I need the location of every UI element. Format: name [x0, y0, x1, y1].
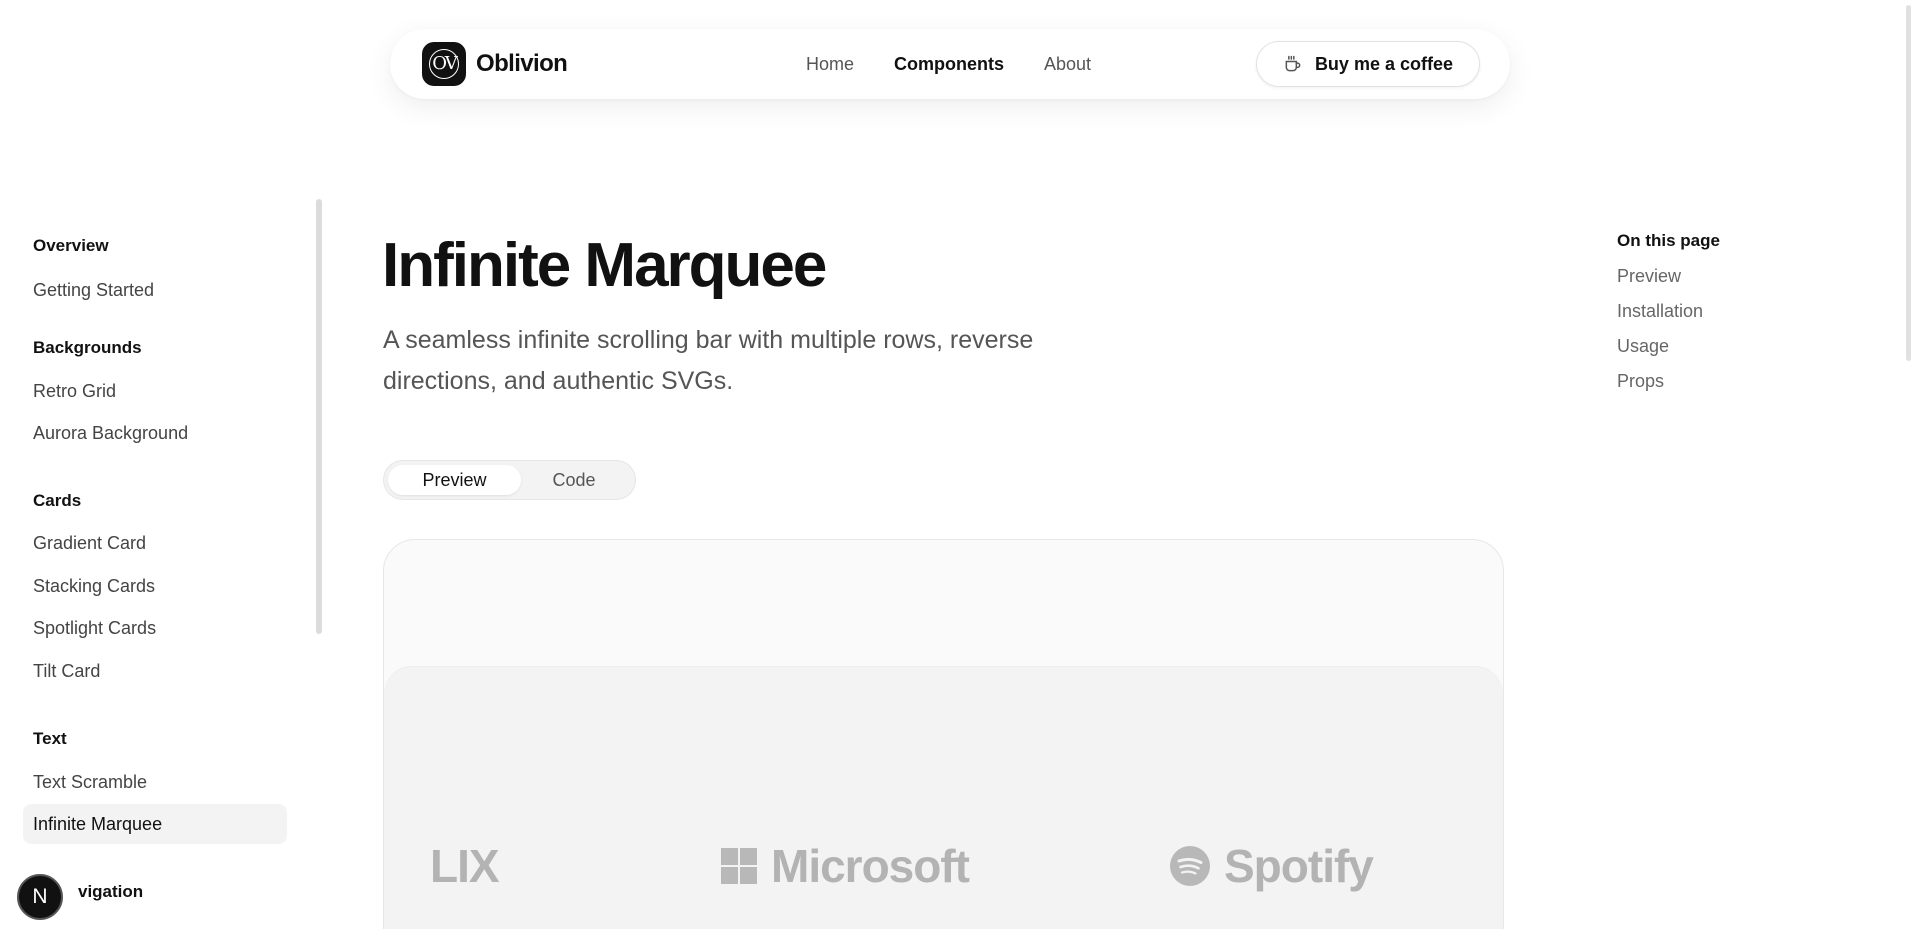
brand-name: Oblivion — [476, 50, 568, 77]
nav-components[interactable]: Components — [894, 54, 1004, 75]
coffee-cup-icon — [1285, 55, 1301, 72]
sidebar-group-cards: Cards — [33, 491, 82, 510]
marquee-logo-spotify: Spotify — [1170, 839, 1374, 893]
sidebar-item-aurora-background[interactable]: Aurora Background — [33, 423, 188, 444]
sidebar-item-stacking-cards[interactable]: Stacking Cards — [33, 576, 155, 597]
sidebar-scrollbar[interactable] — [316, 199, 322, 634]
marquee-logo-microsoft-text: Microsoft — [771, 840, 970, 892]
brand-logo: OV — [422, 42, 466, 86]
tab-code[interactable]: Code — [521, 465, 627, 495]
sidebar-group-backgrounds: Backgrounds — [33, 338, 142, 357]
toc-item-preview[interactable]: Preview — [1617, 266, 1681, 287]
buy-coffee-label: Buy me a coffee — [1314, 53, 1453, 74]
sidebar-group-navigation: vigation — [78, 882, 144, 901]
microsoft-logo-icon — [721, 848, 757, 884]
nextjs-dev-badge[interactable]: N — [17, 874, 63, 920]
toc-item-usage[interactable]: Usage — [1617, 336, 1669, 357]
marquee-logo-spotify-text: Spotify — [1224, 840, 1374, 892]
sidebar-item-infinite-marquee[interactable]: Infinite Marquee — [23, 804, 287, 844]
sidebar-item-getting-started[interactable]: Getting Started — [33, 280, 154, 301]
nextjs-badge-label: N — [32, 885, 48, 908]
main-nav: Home Components About — [806, 54, 1091, 75]
sidebar-item-retro-grid[interactable]: Retro Grid — [33, 381, 116, 402]
brand[interactable]: OV Oblivion — [422, 42, 568, 86]
sidebar-group-text: Text — [33, 729, 67, 748]
sidebar-item-text-scramble[interactable]: Text Scramble — [33, 772, 147, 793]
top-navbar: OV Oblivion Home Components About Buy me… — [390, 29, 1510, 99]
marquee-logo-microsoft: Microsoft — [721, 839, 970, 893]
page-title: Infinite Marquee — [382, 231, 827, 300]
spotify-logo-icon — [1170, 846, 1210, 886]
toc-item-installation[interactable]: Installation — [1617, 301, 1703, 322]
page-scrollbar[interactable] — [1906, 5, 1911, 361]
sidebar-item-tilt-card[interactable]: Tilt Card — [33, 661, 100, 682]
page-description: A seamless infinite scrolling bar with m… — [383, 326, 1034, 395]
nav-about[interactable]: About — [1044, 54, 1091, 75]
sidebar-item-gradient-card[interactable]: Gradient Card — [33, 533, 146, 554]
marquee-logo-netflix-text: LIX — [430, 840, 500, 892]
preview-panel: LIX Microsoft Spotify — [383, 539, 1504, 929]
toc-title: On this page — [1617, 231, 1720, 250]
nav-home[interactable]: Home — [806, 54, 854, 75]
tab-preview[interactable]: Preview — [388, 465, 521, 495]
sidebar-group-overview: Overview — [33, 236, 109, 255]
buy-coffee-button[interactable]: Buy me a coffee — [1255, 41, 1480, 87]
toc-item-props[interactable]: Props — [1617, 371, 1664, 392]
sidebar-item-spotlight-cards[interactable]: Spotlight Cards — [33, 618, 156, 639]
preview-code-tabs: Preview Code — [383, 460, 636, 500]
marquee-logo-netflix: LIX — [430, 839, 500, 893]
